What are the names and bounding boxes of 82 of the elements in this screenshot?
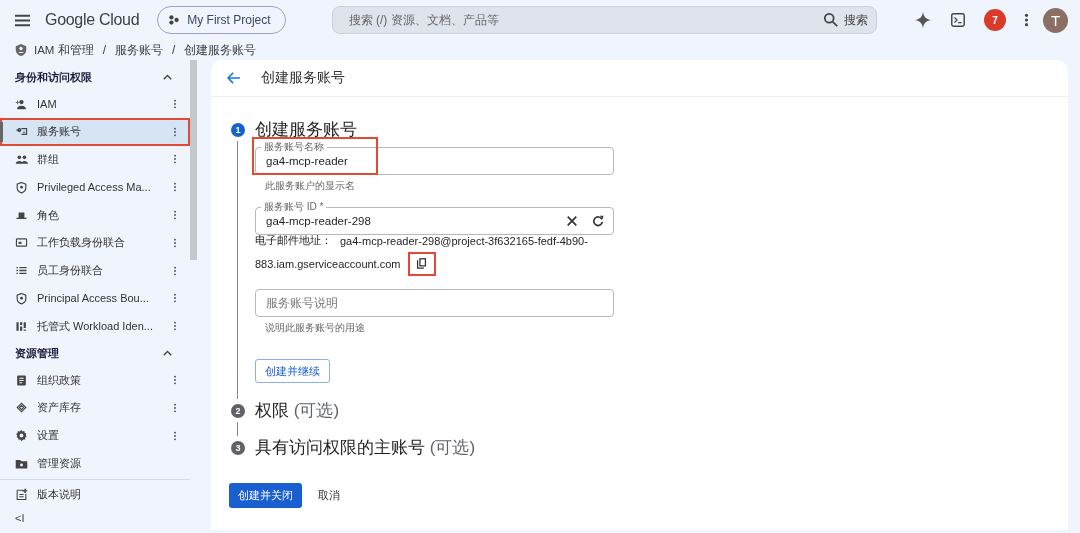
step-number: 2	[231, 403, 245, 418]
copy-button[interactable]	[408, 252, 435, 275]
section-header[interactable]: 资源管理	[0, 340, 190, 367]
more-vert-icon[interactable]	[173, 293, 177, 304]
search-icon	[822, 12, 839, 28]
sidebar-item[interactable]: 资产库存	[0, 393, 190, 422]
shield-icon	[15, 291, 28, 305]
scrollbar[interactable]	[190, 60, 197, 260]
copy-icon	[416, 258, 427, 269]
breadcrumb-separator: /	[172, 43, 176, 57]
field-label: 服务账号名称	[261, 140, 327, 153]
more-vert-icon[interactable]	[173, 126, 177, 137]
person-add-icon	[15, 97, 28, 111]
step-title[interactable]: 权限 (可选)	[255, 399, 340, 422]
sidebar-item[interactable]: 群组	[0, 145, 190, 174]
more-vert-icon[interactable]	[173, 237, 177, 248]
sidebar-item[interactable]: 服务账号	[0, 117, 190, 146]
breadcrumb-separator: /	[102, 43, 106, 57]
breadcrumb-link[interactable]: 创建服务账号	[184, 42, 257, 58]
step-title[interactable]: 具有访问权限的主账号 (可选)	[255, 436, 476, 459]
chevron-up-icon	[163, 350, 172, 357]
step-title[interactable]: 创建服务账号	[255, 118, 357, 141]
close-icon[interactable]	[566, 215, 578, 227]
search-button[interactable]: 搜索	[822, 11, 868, 29]
breadcrumb-link[interactable]: IAM 和管理	[34, 42, 94, 58]
more-vert-icon[interactable]	[173, 210, 177, 221]
sidebar-item[interactable]: Principal Access Bou...	[0, 284, 190, 313]
step-number: 1	[231, 122, 245, 137]
sidebar-item[interactable]: 员工身份联合	[0, 256, 190, 285]
avatar[interactable]: T	[1043, 7, 1068, 33]
more-vert-icon[interactable]	[173, 98, 177, 109]
back-arrow-icon[interactable]	[227, 72, 241, 84]
helper-text: 说明此服务账号的用途	[264, 321, 366, 335]
brand-logo-text[interactable]: Google Cloud	[45, 11, 140, 29]
more-vert-icon[interactable]	[173, 321, 177, 332]
sidebar-item[interactable]: 设置	[0, 421, 190, 450]
people-icon	[15, 153, 28, 166]
more-vert-icon[interactable]	[173, 375, 177, 386]
helper-text: 此服务账户的显示名	[264, 179, 356, 193]
breadcrumb-link[interactable]: 服务账号	[115, 42, 163, 58]
email-label: 电子邮件地址：	[255, 233, 332, 248]
sparkle-icon[interactable]	[914, 11, 932, 29]
dots-icon	[168, 14, 181, 26]
continue-button[interactable]: 创建并继续	[255, 359, 330, 383]
notes-icon	[15, 487, 28, 501]
terminal-icon[interactable]	[950, 12, 966, 28]
project-picker[interactable]: My First Project	[157, 6, 286, 34]
more-vert-icon[interactable]	[173, 182, 177, 193]
email-address: ga4-mcp-reader-298@project-3f632165-fedf-4b90-	[340, 234, 588, 247]
sidebar-item[interactable]: 工作负载身份联合	[0, 229, 190, 257]
document-icon	[15, 373, 28, 387]
sidebar-item[interactable]: Privileged Access Ma...	[0, 173, 190, 202]
diamond-icon	[15, 401, 28, 415]
sidebar-item[interactable]: 角色	[0, 201, 190, 229]
more-vert-icon[interactable]	[173, 154, 177, 165]
id-card-icon	[15, 236, 28, 250]
page-title: 创建服务账号	[261, 69, 345, 87]
more-vert-icon[interactable]	[173, 402, 177, 413]
create-close-button[interactable]: 创建并关闭	[229, 483, 302, 508]
search-field[interactable]: 搜索 (/) 资源、文档、产品等 搜索	[331, 6, 877, 34]
text-field[interactable]: 服务账号说明	[255, 289, 614, 317]
chevron-up-icon	[163, 74, 172, 80]
sidebar-item[interactable]: 管理资源	[0, 449, 190, 478]
sidebar-item[interactable]: 版本说明	[0, 480, 190, 509]
settings-icon	[15, 429, 28, 443]
more-vert-icon[interactable]	[173, 265, 177, 276]
field-label: 服务账号 ID *	[261, 200, 327, 213]
collapse-toggle[interactable]: <I	[0, 508, 190, 526]
shield-person-icon	[15, 43, 27, 57]
refresh-icon[interactable]	[592, 215, 604, 227]
more-vert-icon[interactable]	[1024, 13, 1029, 27]
more-vert-icon[interactable]	[173, 430, 177, 441]
sidebar-item[interactable]: 托管式 Workload Iden...	[0, 312, 190, 341]
sidebar-item[interactable]: 组织政策	[0, 366, 190, 394]
sidebar-item[interactable]: IAM	[0, 90, 190, 118]
bar-grid-icon	[15, 319, 28, 333]
notification-badge[interactable]: 7	[984, 9, 1006, 31]
email-address: 883.iam.gserviceaccount.com	[255, 257, 401, 270]
cancel-button[interactable]: 取消	[312, 488, 346, 503]
step-number: 3	[231, 440, 245, 455]
section-header[interactable]: 身份和访问权限	[0, 64, 190, 90]
shield-icon	[15, 180, 28, 194]
